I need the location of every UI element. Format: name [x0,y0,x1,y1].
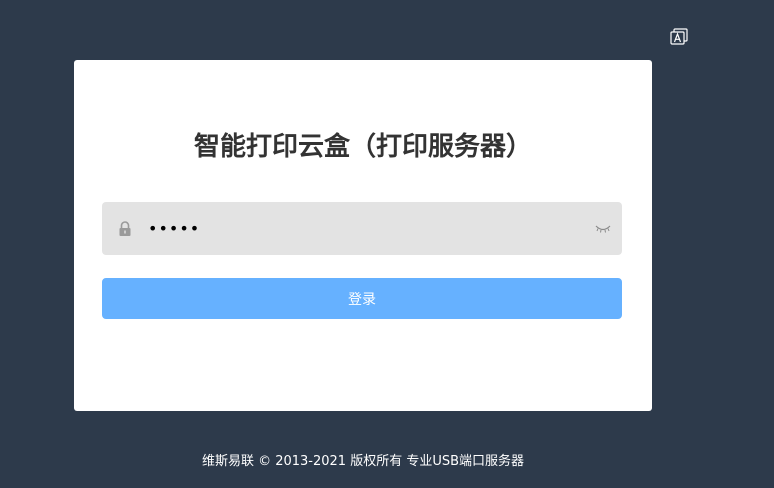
password-input[interactable] [148,202,578,255]
page-title: 智能打印云盒（打印服务器） [193,132,532,162]
translate-icon[interactable] [669,28,689,46]
password-field-container[interactable] [102,202,622,255]
eye-closed-icon[interactable] [595,224,611,234]
footer-copyright: 维斯易联 © 2013-2021 版权所有 专业USB端口服务器 [201,454,525,469]
lock-icon [119,221,131,236]
login-card: 智能打印云盒（打印服务器） 登录 [74,60,652,411]
language-switch[interactable] [669,28,689,46]
login-button[interactable]: 登录 [102,278,622,319]
